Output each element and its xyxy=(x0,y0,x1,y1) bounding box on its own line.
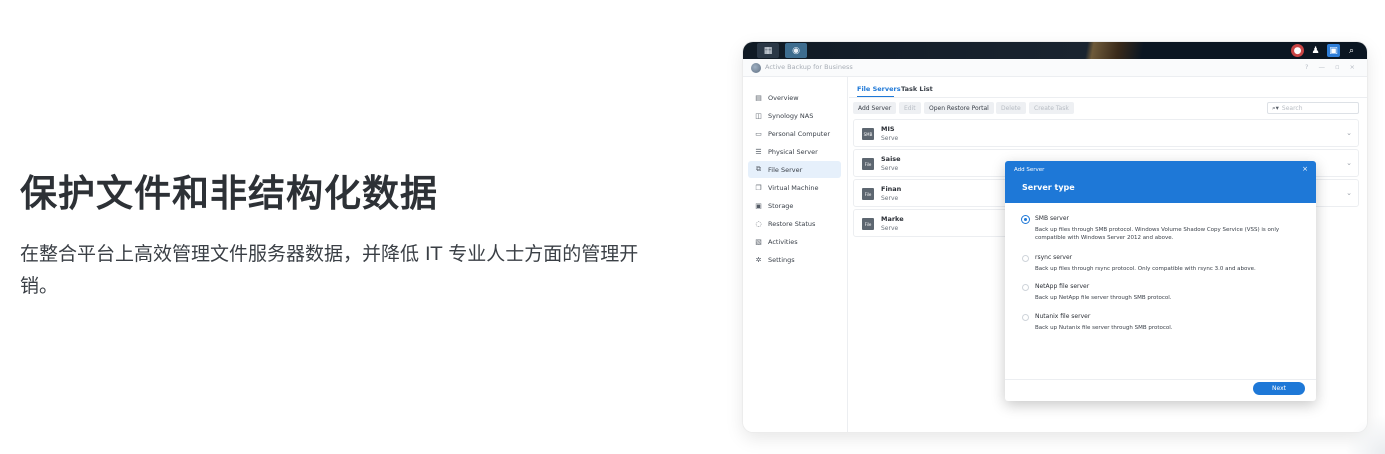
create-task-button[interactable]: Create Task xyxy=(1029,102,1074,114)
server-icon: ☰ xyxy=(755,147,762,156)
option-label: rsync server xyxy=(1035,254,1073,261)
sidebar: ▤ Overview ◫ Synology NAS ▭ Personal Com… xyxy=(743,77,848,432)
sidebar-item-restore-status[interactable]: ◌ Restore Status xyxy=(748,215,841,232)
chevron-down-icon[interactable]: ⌄ xyxy=(1346,189,1352,197)
open-restore-portal-button[interactable]: Open Restore Portal xyxy=(924,102,994,114)
dialog-header-label: Add Server xyxy=(1014,167,1045,173)
sidebar-item-settings[interactable]: ✲ Settings xyxy=(748,251,841,268)
vm-icon: ❐ xyxy=(755,183,762,192)
sidebar-item-label: Synology NAS xyxy=(768,111,814,120)
sidebar-item-label: Virtual Machine xyxy=(768,183,819,192)
next-button[interactable]: Next xyxy=(1253,382,1305,395)
app-logo xyxy=(751,63,761,73)
sidebar-item-label: Storage xyxy=(768,201,794,210)
sidebar-item-virtual-machine[interactable]: ❐ Virtual Machine xyxy=(748,179,841,196)
sidebar-item-label: File Server xyxy=(768,165,803,174)
sidebar-item-physical-server[interactable]: ☰ Physical Server xyxy=(748,143,841,160)
add-server-button[interactable]: Add Server xyxy=(853,102,897,114)
smb-server-icon: SMB xyxy=(862,128,874,140)
computer-icon: ▭ xyxy=(755,129,762,138)
tab-file-servers[interactable]: File Servers xyxy=(857,85,901,93)
sidebar-item-label: Restore Status xyxy=(768,219,816,228)
grid-icon[interactable]: ▦ xyxy=(757,43,779,58)
search-icon[interactable]: ⌕ xyxy=(1345,44,1358,57)
dialog-footer-divider xyxy=(1005,379,1316,380)
radio-netapp-file-server[interactable] xyxy=(1022,284,1029,291)
dialog-header: Add Server × Server type xyxy=(1005,161,1316,203)
file-server-icon: File xyxy=(862,218,874,230)
server-subtitle: Serve xyxy=(881,195,899,202)
server-name: Saise xyxy=(881,155,901,163)
sidebar-item-label: Settings xyxy=(768,255,795,264)
overview-icon: ▤ xyxy=(755,93,762,102)
option-label: SMB server xyxy=(1035,215,1070,222)
search-input[interactable]: ⌕▾ Search xyxy=(1267,102,1359,114)
gear-icon: ✲ xyxy=(755,255,762,264)
app-screenshot: ▦ ◉ ● ♟ ▣ ⌕ Active Backup for Business ?… xyxy=(743,42,1367,432)
sidebar-item-label: Activities xyxy=(768,237,798,246)
user-icon[interactable]: ♟ xyxy=(1309,44,1322,57)
file-server-icon: File xyxy=(862,158,874,170)
sidebar-item-personal-computer[interactable]: ▭ Personal Computer xyxy=(748,125,841,142)
window-controls[interactable]: ? — ▫ × xyxy=(1305,63,1359,71)
hero-description: 在整合平台上高效管理文件服务器数据，并降低 IT 专业人士方面的管理开销。 xyxy=(20,243,639,297)
tab-divider xyxy=(849,97,1367,98)
decorative-corner xyxy=(1345,414,1385,454)
add-server-dialog: Add Server × Server type SMB server Back… xyxy=(1005,161,1316,401)
nas-icon: ◫ xyxy=(755,111,762,120)
search-icon: ⌕▾ xyxy=(1272,103,1279,112)
radio-nutanix-file-server[interactable] xyxy=(1022,314,1029,321)
server-name: Finan xyxy=(881,185,902,193)
server-subtitle: Serve xyxy=(881,225,899,232)
activities-icon: ▧ xyxy=(755,237,762,246)
app-title: Active Backup for Business xyxy=(765,63,853,71)
sidebar-item-activities[interactable]: ▧ Activities xyxy=(748,233,841,250)
notification-icon[interactable]: ● xyxy=(1291,44,1304,57)
hero-title: 保护文件和非结构化数据 xyxy=(20,172,438,215)
server-name: MIS xyxy=(881,125,895,133)
delete-button[interactable]: Delete xyxy=(996,102,1026,114)
main-panel: File Servers Task List Add Server Edit O… xyxy=(849,77,1367,432)
widgets-icon[interactable]: ▣ xyxy=(1327,44,1340,57)
option-label: NetApp file server xyxy=(1035,283,1090,290)
tab-task-list[interactable]: Task List xyxy=(901,85,933,93)
taskbar: ▦ ◉ ● ♟ ▣ ⌕ xyxy=(743,42,1367,59)
sidebar-item-synology-nas[interactable]: ◫ Synology NAS xyxy=(748,107,841,124)
server-subtitle: Serve xyxy=(881,135,899,142)
option-description: Back up NetApp file server through SMB p… xyxy=(1035,295,1172,301)
server-subtitle: Serve xyxy=(881,165,899,172)
sidebar-item-storage[interactable]: ▣ Storage xyxy=(748,197,841,214)
sidebar-item-label: Physical Server xyxy=(768,147,818,156)
search-placeholder: Search xyxy=(1281,104,1303,112)
chevron-down-icon[interactable]: ⌄ xyxy=(1346,129,1352,137)
dialog-title: Server type xyxy=(1022,183,1075,192)
restore-icon: ◌ xyxy=(755,219,762,228)
hero-section: 保护文件和非结构化数据 在整合平台上高效管理文件服务器数据，并降低 IT 专业人… xyxy=(20,168,660,302)
sidebar-item-file-server[interactable]: ⧉ File Server xyxy=(748,161,841,178)
sidebar-item-label: Overview xyxy=(768,93,799,102)
server-name: Marke xyxy=(881,215,904,223)
window-titlebar: Active Backup for Business ? — ▫ × xyxy=(743,59,1367,77)
edit-button[interactable]: Edit xyxy=(899,102,921,114)
server-row-mis[interactable]: SMB MIS Serve ⌄ xyxy=(853,119,1359,147)
close-icon[interactable]: × xyxy=(1302,165,1308,173)
option-description: Back up Nutanix file server through SMB … xyxy=(1035,325,1173,331)
storage-icon: ▣ xyxy=(755,201,762,210)
option-description: Back up files through rsync protocol. On… xyxy=(1035,266,1256,272)
option-description: Back up files through SMB protocol. Wind… xyxy=(1035,227,1280,241)
radio-rsync-server[interactable] xyxy=(1022,255,1029,262)
chevron-down-icon[interactable]: ⌄ xyxy=(1346,159,1352,167)
radio-smb-server[interactable] xyxy=(1022,216,1029,223)
file-server-icon: File xyxy=(862,188,874,200)
active-backup-icon[interactable]: ◉ xyxy=(785,43,807,58)
sidebar-item-label: Personal Computer xyxy=(768,129,831,138)
file-server-icon: ⧉ xyxy=(756,165,761,173)
sidebar-item-overview[interactable]: ▤ Overview xyxy=(748,89,841,106)
option-label: Nutanix file server xyxy=(1035,313,1091,320)
